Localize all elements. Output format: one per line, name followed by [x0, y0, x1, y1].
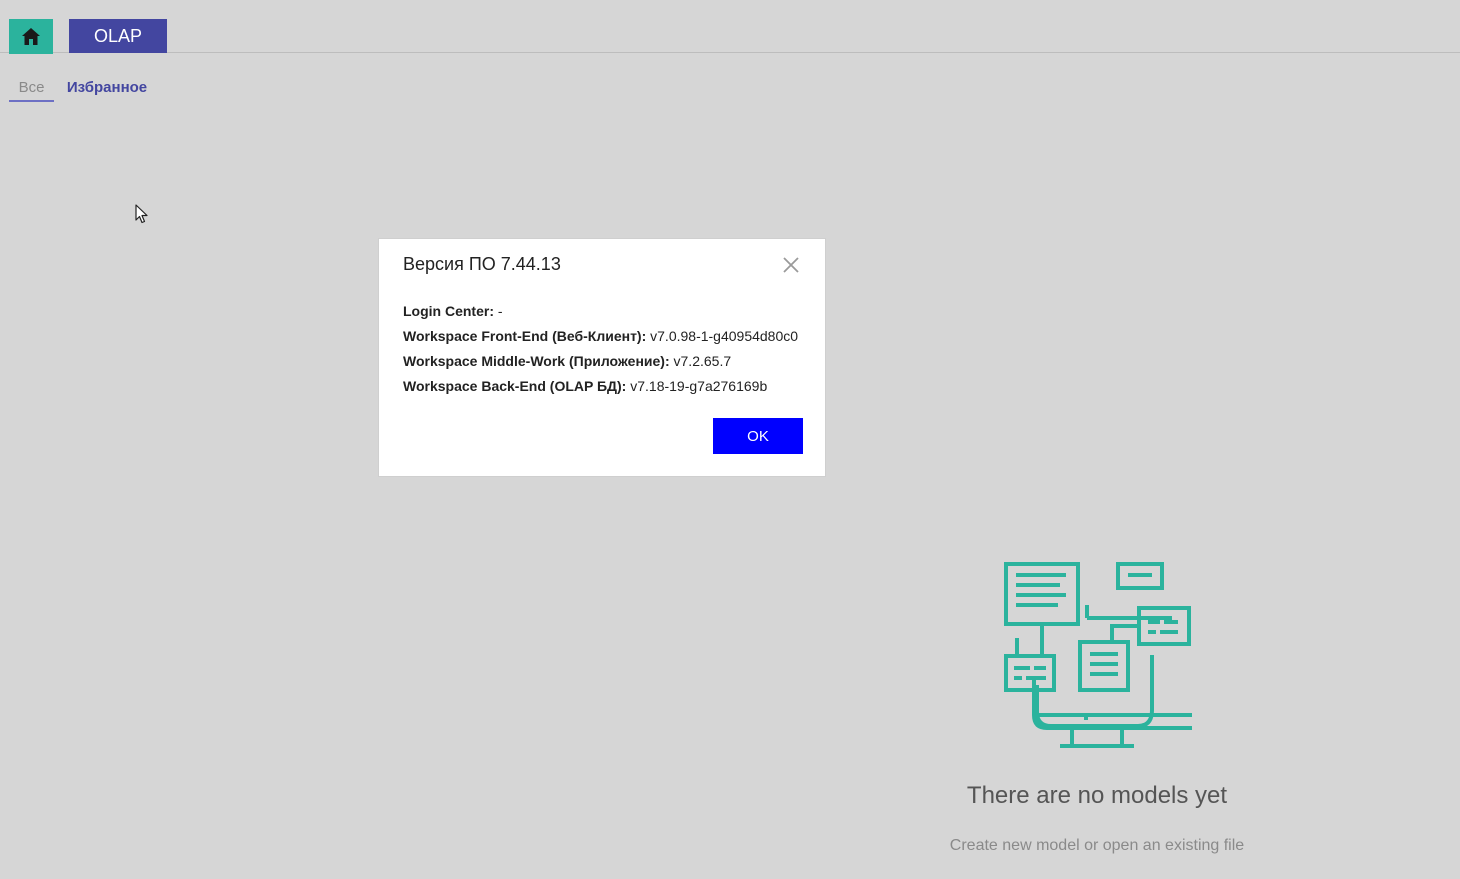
- home-button[interactable]: [9, 19, 53, 54]
- empty-state-title: There are no models yet: [966, 782, 1228, 809]
- monitor-with-windows-icon: [1004, 562, 1192, 748]
- subtab-all[interactable]: Все: [9, 74, 54, 102]
- close-icon[interactable]: [781, 255, 801, 275]
- version-dialog: Версия ПО 7.44.13 Login Center: - Worksp…: [378, 238, 826, 477]
- empty-state: There are no models yet Create new model…: [937, 560, 1257, 854]
- empty-state-subtitle: Create new model or open an existing fil…: [949, 837, 1245, 854]
- info-front-end: Workspace Front-End (Веб-Клиент): v7.0.9…: [403, 328, 798, 344]
- ok-button[interactable]: OK: [713, 418, 803, 454]
- info-label: Workspace Front-End (Веб-Клиент):: [403, 328, 647, 344]
- top-bar: OLAP: [0, 0, 1460, 54]
- info-value: v7.0.98-1-g40954d80c0: [650, 328, 799, 344]
- info-middle-work: Workspace Middle-Work (Приложение): v7.2…: [403, 353, 731, 369]
- mouse-cursor-icon: [135, 204, 148, 224]
- info-value: v7.2.65.7: [673, 353, 732, 369]
- info-login-center: Login Center: -: [403, 303, 503, 319]
- info-value: v7.18-19-g7a276169b: [630, 378, 768, 394]
- subtab-favorites[interactable]: Избранное: [67, 74, 147, 100]
- info-value: -: [497, 303, 503, 319]
- info-back-end: Workspace Back-End (OLAP БД): v7.18-19-g…: [403, 378, 767, 394]
- dialog-title: Версия ПО 7.44.13: [403, 254, 561, 274]
- info-label: Workspace Back-End (OLAP БД):: [403, 378, 627, 394]
- home-icon: [22, 28, 40, 45]
- tab-olap[interactable]: OLAP: [69, 19, 167, 53]
- info-label: Workspace Middle-Work (Приложение):: [403, 353, 670, 369]
- info-label: Login Center:: [403, 303, 494, 319]
